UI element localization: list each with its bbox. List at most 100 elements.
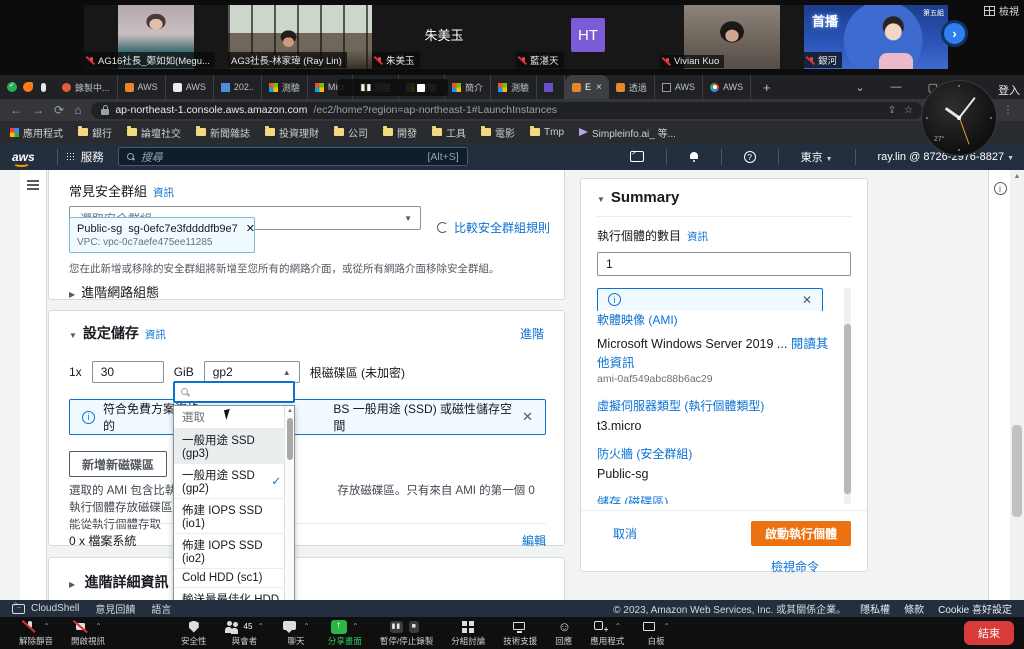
back-icon[interactable]: ←: [10, 103, 22, 117]
meeting-toolbar-button[interactable]: ⌃ 解除靜音: [10, 619, 62, 647]
collapse-icon[interactable]: ▼: [69, 331, 77, 340]
bookmark-item[interactable]: 工具: [432, 125, 466, 140]
add-volume-button[interactable]: 新增新磁碟區: [69, 451, 167, 477]
meeting-toolbar-button[interactable]: ⌃ 開啟視訊: [62, 619, 114, 647]
preview-code-link[interactable]: 檢視命令: [771, 560, 819, 574]
notifications-bell-icon[interactable]: [689, 152, 699, 162]
check-favicon-icon[interactable]: [7, 82, 17, 92]
volume-type-option[interactable]: Cold HDD (sc1) ✓: [174, 569, 285, 588]
next-participants-button[interactable]: ›: [941, 20, 968, 47]
bookmark-item[interactable]: 論壇社交: [127, 125, 181, 140]
chevron-up-icon[interactable]: ⌃: [257, 622, 264, 631]
participant-tile[interactable]: AG16社長_鄭如如(Megu...: [84, 5, 228, 69]
instance-count-input[interactable]: 1: [597, 252, 851, 276]
home-icon[interactable]: ⌂: [74, 103, 81, 117]
forward-icon[interactable]: →: [32, 103, 44, 117]
summary-scrollbar[interactable]: [844, 288, 851, 504]
browser-menu-icon[interactable]: ⋮: [1003, 105, 1014, 116]
scroll-up-icon[interactable]: ▲: [1010, 170, 1024, 180]
language-link[interactable]: 語言: [151, 601, 171, 616]
compare-sg-rules[interactable]: 比較安全群組規則: [437, 219, 550, 236]
browser-tab[interactable]: [537, 75, 565, 99]
participant-tile[interactable]: 首播 第五組 銀河: [804, 5, 948, 69]
chevron-up-icon[interactable]: ⌃: [663, 622, 670, 631]
meeting-toolbar-button[interactable]: 分組討論: [442, 619, 494, 647]
bookmark-item[interactable]: 新聞雜誌: [196, 125, 250, 140]
chevron-up-icon[interactable]: ⌃: [614, 622, 621, 631]
meeting-toolbar-button[interactable]: ⌃ 白板: [633, 619, 679, 647]
expand-icon[interactable]: ▶: [69, 580, 75, 589]
new-tab-button[interactable]: +: [755, 80, 779, 95]
participant-tile[interactable]: 朱美玉 朱美玉: [372, 5, 516, 69]
browser-tab[interactable]: 錄製中...: [55, 75, 118, 99]
launch-instance-button[interactable]: 啟動執行個體: [751, 521, 851, 546]
bookmark-item[interactable]: 投資理財: [265, 125, 319, 140]
volume-type-option[interactable]: 佈建 IOPS SSD (io2) ✓: [174, 534, 285, 569]
tab-close-icon[interactable]: ×: [596, 82, 602, 93]
flame-favicon-icon[interactable]: [23, 82, 33, 92]
cloudshell-button[interactable]: CloudShell: [12, 603, 79, 614]
chevron-up-icon[interactable]: ⌃: [95, 622, 102, 631]
hamburger-menu-icon[interactable]: [27, 180, 39, 182]
dropdown-search-input[interactable]: [173, 381, 295, 403]
dropdown-scrollbar[interactable]: ▲ ▼: [284, 406, 294, 600]
desktop-clock-widget[interactable]: 27°: [921, 80, 997, 156]
end-meeting-button[interactable]: 結束: [964, 621, 1014, 645]
collapse-icon[interactable]: ▼: [597, 195, 605, 204]
participant-tile[interactable]: Vivian Kuo: [660, 5, 804, 69]
volume-type-option[interactable]: 佈建 IOPS SSD (io1) ✓: [174, 499, 285, 534]
browser-tab[interactable]: 測驗: [491, 75, 537, 99]
aws-logo[interactable]: aws: [12, 150, 35, 164]
dismiss-banner-icon[interactable]: ✕: [522, 409, 533, 425]
browser-tab[interactable]: 測驗: [262, 75, 308, 99]
browser-tab[interactable]: AWS: [166, 75, 214, 99]
summary-field-link[interactable]: 虛擬伺服器類型 (執行個體類型): [597, 397, 837, 414]
meeting-toolbar-button[interactable]: ⌃ 應用程式: [581, 619, 633, 647]
mic-favicon-icon[interactable]: [41, 83, 46, 92]
info-link[interactable]: 資訊: [153, 187, 174, 199]
bookmark-item[interactable]: 電影: [481, 125, 515, 140]
browser-tab[interactable]: AWS: [655, 75, 703, 99]
scroll-up-icon[interactable]: ▲: [287, 408, 293, 414]
browser-signin-button[interactable]: 登入: [998, 82, 1020, 98]
browser-tab[interactable]: 簡介: [445, 75, 491, 99]
console-search-input[interactable]: 搜尋 [Alt+S]: [118, 147, 468, 166]
summary-field-link[interactable]: 儲存 (磁碟區): [597, 493, 837, 504]
meeting-toolbar-button[interactable]: 安全性: [172, 619, 216, 647]
volume-type-option[interactable]: 一般用途 SSD (gp2) ✓: [174, 464, 285, 499]
help-icon[interactable]: ?: [744, 151, 756, 163]
volume-size-input[interactable]: 30: [92, 361, 164, 383]
chevron-up-icon[interactable]: ⌃: [352, 622, 359, 631]
info-link[interactable]: 資訊: [687, 231, 708, 243]
browser-tab[interactable]: 透過: [609, 75, 655, 99]
services-menu[interactable]: 服務: [66, 149, 104, 165]
chevron-up-icon[interactable]: ⌃: [303, 622, 310, 631]
cloudshell-icon[interactable]: [630, 151, 644, 162]
summary-field-link[interactable]: 軟體映像 (AMI): [597, 311, 837, 328]
summary-field-link[interactable]: 防火牆 (安全群組): [597, 445, 837, 462]
cookie-preferences-link[interactable]: Cookie 喜好設定: [938, 601, 1012, 616]
chevron-up-icon[interactable]: ⌃: [43, 622, 50, 631]
remove-chip-icon[interactable]: ✕: [246, 222, 255, 235]
bookmark-star-icon[interactable]: ☆: [904, 105, 913, 116]
reload-icon[interactable]: ⟳: [54, 103, 64, 117]
participant-tile[interactable]: HT 藍湛天: [516, 5, 660, 69]
terms-link[interactable]: 條款: [904, 601, 924, 616]
storage-advanced-link[interactable]: 進階: [520, 325, 544, 342]
feedback-link[interactable]: 意見回饋: [95, 601, 135, 616]
browser-tab[interactable]: AWS: [118, 75, 166, 99]
browser-tab[interactable]: 202..: [214, 75, 262, 99]
share-icon[interactable]: ⇪: [888, 105, 896, 116]
privacy-link[interactable]: 隱私權: [860, 601, 890, 616]
bookmark-item[interactable]: 開發: [383, 125, 417, 140]
refresh-icon[interactable]: [437, 222, 448, 233]
meeting-toolbar-button[interactable]: 回應: [546, 619, 581, 647]
edit-file-systems-link[interactable]: 編輯: [522, 532, 546, 549]
bookmark-item[interactable]: 銀行: [78, 125, 112, 140]
pause-recording-icon[interactable]: ▮▮: [361, 82, 373, 93]
bookmark-item[interactable]: Tmp: [530, 127, 564, 138]
meeting-toolbar-button[interactable]: ⌃ 聊天: [273, 619, 319, 647]
view-mode-button[interactable]: 檢視: [984, 3, 1019, 18]
region-selector[interactable]: 東京▼: [801, 149, 833, 165]
stop-recording-icon[interactable]: [417, 84, 425, 92]
